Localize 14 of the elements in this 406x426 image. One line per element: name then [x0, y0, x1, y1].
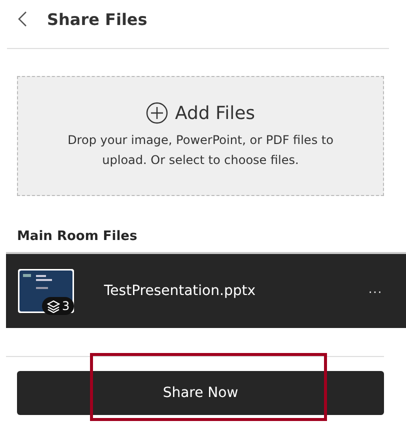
share-button[interactable]: Share Now: [17, 371, 384, 415]
more-button[interactable]: ···: [364, 281, 386, 301]
section-title: Main Room Files: [17, 229, 138, 244]
slide-count-badge: 3: [42, 297, 74, 315]
drop-zone-title: Add Files: [174, 102, 256, 124]
back-button[interactable]: [16, 9, 29, 29]
layers-icon: [47, 300, 60, 312]
drop-zone[interactable]: Add Files Drop your image, PowerPoint, or PDF files to upload. Or select to choose files.: [17, 76, 384, 196]
plus-circle-icon: [146, 102, 168, 124]
drop-zone-hint: Drop your image, PowerPoint, or PDF files to upload. Or select to choose files.: [66, 132, 334, 169]
chevron-left-icon: [18, 11, 27, 27]
page-title: Share Files: [47, 10, 148, 28]
file-name: TestPresentation.pptx: [104, 283, 256, 299]
file-row[interactable]: 3 TestPresentation.pptx ···: [6, 252, 406, 328]
